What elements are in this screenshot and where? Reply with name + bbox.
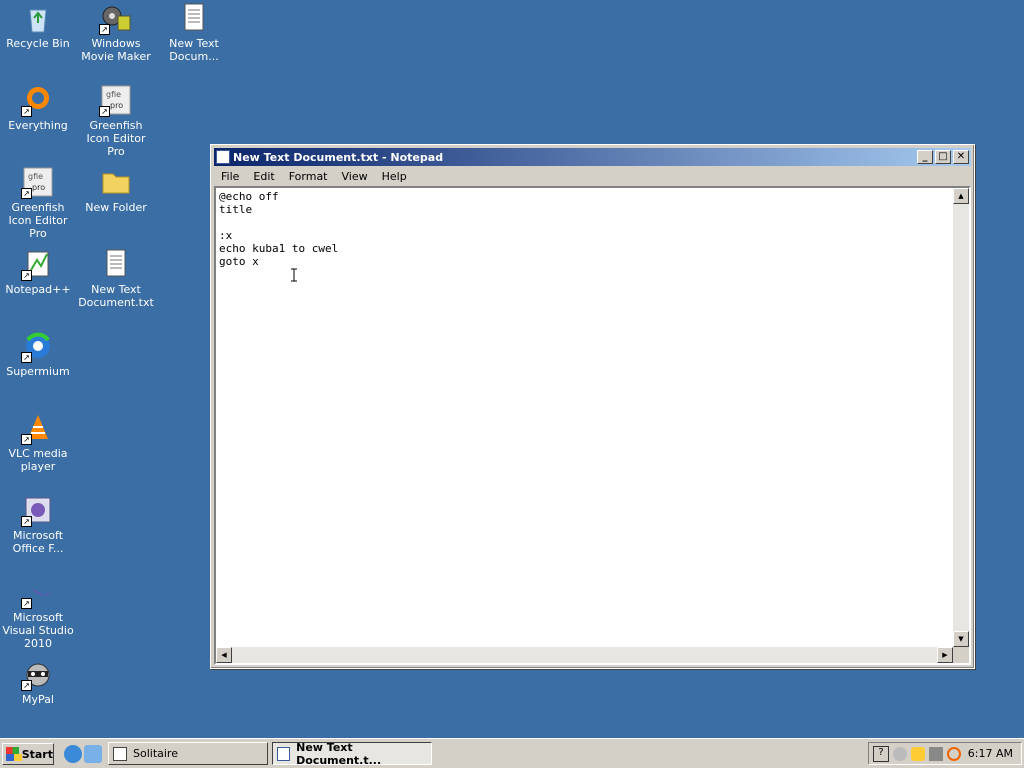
- text-file-icon: [100, 248, 132, 280]
- shortcut-arrow-icon: ↗: [99, 24, 110, 35]
- maximize-button[interactable]: □: [935, 150, 951, 164]
- shortcut-arrow-icon: ↗: [21, 598, 32, 609]
- desktop-icon-label: Recycle Bin: [6, 37, 70, 50]
- desktop-icon-label: New Text Docum...: [169, 37, 219, 63]
- visual-studio-icon: ↗: [21, 576, 54, 609]
- desktop-icon-label: Microsoft Office F...: [12, 529, 64, 555]
- notepadpp-icon: ↗: [21, 248, 54, 281]
- desktop-icon-label: MyPal: [22, 693, 54, 706]
- desktop: Recycle Bin ↗ Windows Movie Maker New Te…: [0, 0, 1024, 738]
- close-button[interactable]: ✕: [953, 150, 969, 164]
- search-icon[interactable]: [947, 746, 961, 761]
- office-icon: ↗: [21, 494, 54, 527]
- scroll-down-button[interactable]: ▼: [953, 631, 969, 647]
- svg-text:gfie: gfie: [28, 172, 43, 181]
- recycle-bin-icon: [22, 2, 54, 34]
- editor-content[interactable]: @echo off title :x echo kuba1 to cwel go…: [219, 190, 949, 643]
- notepad-icon: [277, 746, 291, 761]
- vertical-scrollbar[interactable]: ▲ ▼: [953, 188, 969, 647]
- shortcut-arrow-icon: ↗: [21, 352, 32, 363]
- desktop-icon-label: Microsoft Visual Studio 2010: [2, 611, 74, 650]
- menu-view[interactable]: View: [335, 170, 375, 183]
- task-label: New Text Document.t...: [296, 740, 382, 767]
- network-icon[interactable]: [893, 746, 907, 761]
- desktop-icon-supermium[interactable]: ↗ Supermium: [0, 330, 76, 378]
- text-editor[interactable]: @echo off title :x echo kuba1 to cwel go…: [214, 186, 971, 665]
- folder-icon: [100, 166, 132, 198]
- shortcut-arrow-icon: ↗: [21, 434, 32, 445]
- desktop-icon-everything[interactable]: ↗ Everything: [0, 84, 76, 132]
- desktop-icon-new-text-document-txt[interactable]: New Text Document.txt: [78, 248, 154, 309]
- shortcut-arrow-icon: ↗: [99, 106, 110, 117]
- clock[interactable]: 6:17 AM: [968, 747, 1013, 760]
- desktop-icon-label: Greenfish Icon Editor Pro: [86, 119, 146, 158]
- desktop-icon-vlc[interactable]: ↗ VLC media player: [0, 412, 76, 473]
- desktop-icon-label: Notepad++: [5, 283, 71, 296]
- desktop-icon-new-folder[interactable]: New Folder: [78, 166, 154, 214]
- desktop-icon-greenfish-2[interactable]: gfie pro ↗ Greenfish Icon Editor Pro: [0, 166, 76, 240]
- taskbar-button-solitaire[interactable]: Solitaire: [108, 742, 268, 765]
- notepad-window[interactable]: New Text Document.txt - Notepad _ □ ✕ Fi…: [210, 144, 975, 669]
- shortcut-arrow-icon: ↗: [21, 106, 32, 117]
- desktop-icon-visual-studio[interactable]: ↗ Microsoft Visual Studio 2010: [0, 576, 76, 650]
- supermium-icon: ↗: [21, 330, 54, 363]
- text-file-icon: [178, 2, 210, 34]
- volume-icon[interactable]: [929, 746, 943, 761]
- everything-icon: ↗: [21, 84, 54, 117]
- desktop-icon-new-text-document[interactable]: New Text Docum...: [156, 2, 232, 63]
- desktop-icon-label: Windows Movie Maker: [81, 37, 151, 63]
- notepad-icon: [216, 150, 230, 164]
- shortcut-arrow-icon: ↗: [21, 270, 32, 281]
- horizontal-scrollbar[interactable]: ◀ ▶: [216, 647, 953, 663]
- menu-bar: File Edit Format View Help: [214, 167, 971, 185]
- desktop-icon-label: Everything: [8, 119, 68, 132]
- title-bar[interactable]: New Text Document.txt - Notepad _ □ ✕: [214, 148, 971, 166]
- scroll-right-button[interactable]: ▶: [937, 647, 953, 663]
- svg-text:gfie: gfie: [106, 90, 121, 99]
- desktop-icon-label: Greenfish Icon Editor Pro: [8, 201, 68, 240]
- solitaire-icon: [113, 746, 127, 761]
- taskbar-button-notepad[interactable]: New Text Document.t...: [272, 740, 432, 767]
- svg-text:pro: pro: [110, 101, 123, 110]
- menu-file[interactable]: File: [214, 170, 246, 183]
- vlc-icon: ↗: [21, 412, 54, 445]
- shortcut-arrow-icon: ↗: [21, 680, 32, 691]
- scroll-up-button[interactable]: ▲: [953, 188, 969, 204]
- shortcut-arrow-icon: ↗: [21, 188, 32, 199]
- internet-explorer-icon[interactable]: [64, 745, 82, 763]
- minimize-button[interactable]: _: [917, 150, 933, 164]
- desktop-icon-microsoft-office[interactable]: ↗ Microsoft Office F...: [0, 494, 76, 555]
- menu-help[interactable]: Help: [375, 170, 414, 183]
- desktop-icon-windows-movie-maker[interactable]: ↗ Windows Movie Maker: [78, 2, 154, 63]
- menu-format[interactable]: Format: [282, 170, 335, 183]
- scroll-left-button[interactable]: ◀: [216, 647, 232, 663]
- start-button[interactable]: Start: [2, 743, 54, 765]
- desktop-icon-greenfish-1[interactable]: gfie pro ↗ Greenfish Icon Editor Pro: [78, 84, 154, 158]
- mypal-icon: ↗: [21, 658, 54, 691]
- desktop-icon-notepadpp[interactable]: ↗ Notepad++: [0, 248, 76, 296]
- desktop-icon-mypal[interactable]: ↗ MyPal: [0, 658, 76, 706]
- desktop-icon-label: New Text Document.txt: [78, 283, 154, 309]
- shield-icon[interactable]: [911, 746, 925, 761]
- windows-flag-icon: [6, 747, 22, 761]
- resize-grip[interactable]: [953, 647, 969, 663]
- task-label: Solitaire: [133, 747, 178, 760]
- system-tray: ? 6:17 AM: [868, 742, 1022, 765]
- greenfish-icon: gfie pro ↗: [21, 166, 54, 199]
- text-cursor-icon: [291, 268, 297, 282]
- help-icon[interactable]: ?: [873, 745, 889, 762]
- start-label: Start: [21, 747, 53, 761]
- desktop-icon-label: Supermium: [6, 365, 70, 378]
- movie-maker-icon: ↗: [99, 2, 132, 35]
- window-title: New Text Document.txt - Notepad: [233, 150, 444, 164]
- greenfish-icon: gfie pro ↗: [99, 84, 132, 117]
- svg-text:pro: pro: [32, 183, 45, 192]
- taskbar: Start Solitaire New Text Document.t... ?…: [0, 738, 1024, 768]
- desktop-icon-recycle-bin[interactable]: Recycle Bin: [0, 2, 76, 50]
- menu-edit[interactable]: Edit: [246, 170, 281, 183]
- desktop-icon-label: New Folder: [85, 201, 147, 214]
- show-desktop-icon[interactable]: [84, 745, 102, 763]
- desktop-icon-label: VLC media player: [8, 447, 68, 473]
- shortcut-arrow-icon: ↗: [21, 516, 32, 527]
